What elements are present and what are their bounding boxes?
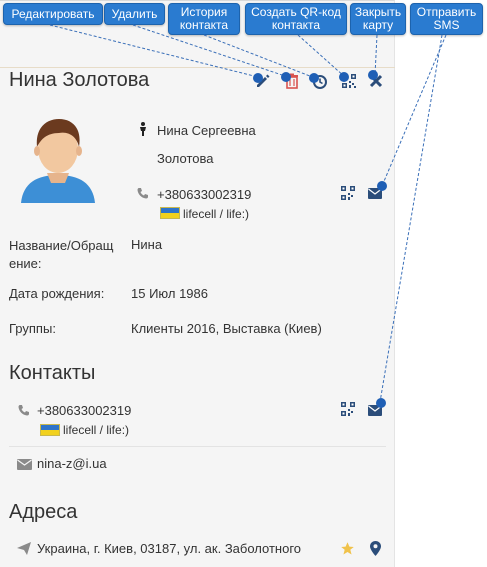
phone-icon	[17, 403, 31, 417]
ukraine-flag-icon	[160, 207, 180, 219]
callout-marker-close	[368, 70, 378, 80]
ukraine-flag-icon	[40, 424, 60, 436]
contact-email[interactable]: nina-z@i.ua	[37, 456, 107, 471]
callout-edit: Редактировать	[3, 3, 103, 25]
header-phone-number[interactable]: +380633002319	[157, 187, 251, 202]
envelope-icon	[16, 457, 32, 471]
paper-plane-icon	[16, 541, 32, 555]
callout-marker-qr	[339, 72, 349, 82]
callout-marker-sms-header	[377, 181, 387, 191]
avatar	[17, 113, 99, 203]
callout-qr: Создать QR-код контакта	[245, 3, 347, 35]
callout-marker-sms-contacts	[376, 398, 386, 408]
map-pin-icon[interactable]	[368, 540, 382, 556]
person-icon	[136, 121, 150, 137]
contacts-divider	[9, 446, 386, 447]
callout-delete: Удалить	[104, 3, 165, 25]
full-name-line1: Нина Сергеевна	[157, 123, 256, 138]
callout-close-card: Закрыть карту	[350, 3, 406, 35]
addresses-section-title: Адреса	[9, 501, 78, 523]
qr-icon[interactable]	[340, 185, 356, 201]
header-operator: lifecell / life:)	[183, 207, 250, 221]
callout-send-sms: Отправить SMS	[410, 3, 483, 35]
star-icon[interactable]	[339, 540, 355, 556]
contact-name-title: Нина Золотова	[9, 69, 150, 91]
groups-value: Клиенты 2016, Выставка (Киев)	[131, 321, 322, 336]
header-divider	[0, 67, 395, 68]
contact-phone-number[interactable]: +380633002319	[37, 403, 131, 418]
phone-icon	[136, 186, 150, 200]
callout-marker-edit	[253, 73, 263, 83]
callout-marker-history	[309, 73, 319, 83]
contacts-section-title: Контакты	[9, 362, 96, 384]
birthday-label: Дата рождения:	[9, 286, 105, 301]
callout-marker-delete	[281, 72, 291, 82]
birthday-value: 15 Июл 1986	[131, 286, 208, 301]
salutation-label: Название/Обращ ение:	[9, 238, 114, 271]
salutation-value: Нина	[131, 237, 163, 252]
groups-label: Группы:	[9, 321, 56, 336]
full-name-line2: Золотова	[157, 151, 214, 166]
address-line: Украина, г. Киев, 03187, ул. ак. Заболот…	[37, 541, 302, 556]
contact-operator: lifecell / life:)	[63, 423, 130, 437]
callout-history: История контакта	[168, 3, 240, 35]
qr-icon[interactable]	[340, 401, 356, 417]
